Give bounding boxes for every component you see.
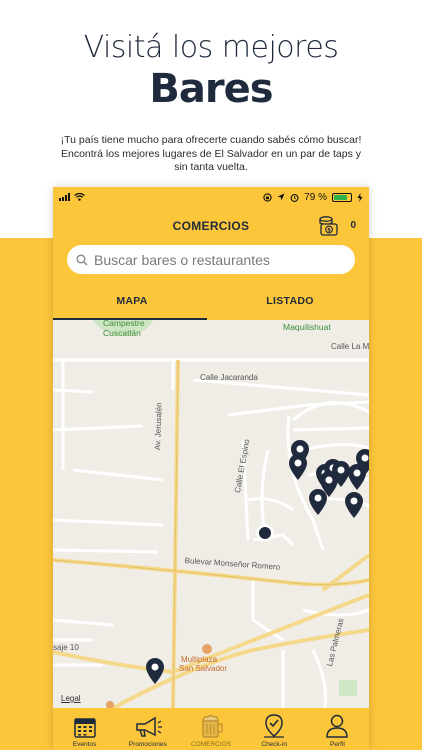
map-legal-link[interactable]: Legal [61, 694, 81, 703]
battery-percent: 79 % [304, 191, 327, 203]
tabbar-label: Perfil [330, 741, 345, 748]
hero-bold-title: Bares [149, 66, 273, 112]
tabbar-item-checkin[interactable]: Check-in [243, 708, 306, 750]
svg-text:$: $ [327, 228, 331, 234]
map-label-pasaje-10: saje 10 [53, 643, 79, 652]
tabbar-label: Promociones [128, 741, 167, 748]
tabbar-label: Check-in [261, 741, 288, 748]
calendar-icon [73, 718, 96, 738]
rotation-lock-icon [263, 192, 272, 202]
search-placeholder: Buscar bares o restaurantes [94, 251, 270, 268]
wallet-coins-icon[interactable]: $ [317, 215, 341, 237]
battery-icon [332, 192, 352, 202]
wallet-count: 0 [350, 220, 356, 231]
search-input[interactable]: Buscar bares o restaurantes [67, 245, 355, 274]
map-label-san-salvador: San Salvador [179, 664, 228, 673]
beer-mug-icon [202, 714, 223, 738]
tabbar-item-comercios[interactable]: COMERCIOS [179, 708, 242, 750]
map-label-campestre: Campestre [103, 320, 145, 328]
tabbar-label: Eventos [72, 741, 97, 748]
map-label-multiplaza: Multiplaza [181, 655, 218, 664]
tab-listado[interactable]: LISTADO [211, 291, 369, 321]
map-label-calle-jacaranda: Calle Jacaranda [200, 373, 258, 382]
charging-icon [357, 192, 363, 202]
tab-mapa[interactable]: MAPA [53, 291, 211, 321]
map-label-calle-la-m: Calle La M [331, 342, 369, 351]
wifi-icon [74, 193, 85, 201]
tabbar-item-eventos[interactable]: Eventos [53, 708, 116, 750]
map-label-av-jerusalen: Av. Jerusalén [153, 402, 164, 451]
megaphone-icon [136, 716, 162, 737]
user-icon [326, 714, 349, 738]
map-view[interactable]: Campestre Cuscatlán Maquilishuat Calle L… [53, 320, 369, 708]
alarm-icon [290, 193, 299, 202]
signal-icon [59, 193, 70, 201]
tabbar-item-perfil[interactable]: Perfil [306, 708, 369, 750]
current-location-icon [259, 527, 271, 539]
segment-tabs: MAPA LISTADO [53, 291, 369, 321]
status-bar: 79 % [53, 187, 369, 207]
nav-header: COMERCIOS $ 0 [53, 207, 369, 245]
tabbar-item-promociones[interactable]: Promociones [116, 708, 179, 750]
page-title: COMERCIOS [172, 219, 250, 233]
hero-title: Visitá los mejores [83, 30, 339, 65]
map-label-maquilishuat: Maquilishuat [283, 322, 331, 332]
map-label-cuscatlan: Cuscatlán [103, 328, 141, 338]
location-icon [277, 193, 285, 201]
map-pin-check-icon [264, 714, 285, 738]
search-icon [76, 254, 88, 266]
hero-description: ¡Tu país tiene mucho para ofrecerte cuan… [60, 134, 362, 173]
bottom-tabbar: Eventos Promociones COMERCIOS Check-in P… [53, 708, 369, 750]
tabbar-label: COMERCIOS [190, 741, 232, 748]
phone-screen: 79 % COMERCIOS $ 0 Buscar bares o restau… [53, 187, 369, 750]
